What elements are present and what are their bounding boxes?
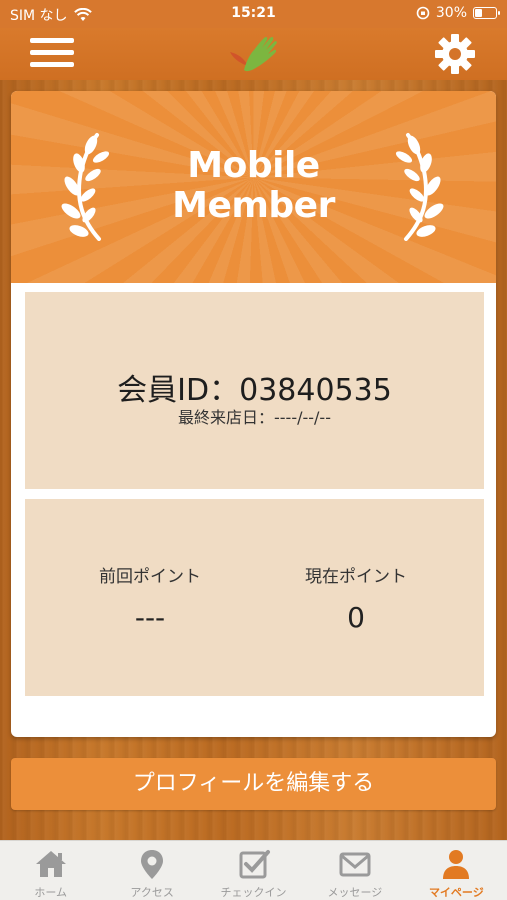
gear-icon[interactable]: [433, 32, 477, 76]
person-icon: [443, 850, 470, 879]
status-bar: SIM なし 15:21 30%: [0, 0, 507, 28]
member-id: 会員ID：03840535: [117, 373, 392, 408]
points-panel: 前回ポイント --- 現在ポイント 0: [25, 499, 484, 696]
last-visit-date: 最終来店日：----/--/--: [178, 408, 331, 427]
previous-points-label: 前回ポイント: [99, 567, 201, 587]
checkbox-icon: [239, 850, 270, 879]
hamburger-bar: [30, 50, 74, 55]
tab-label: アクセス: [130, 886, 174, 899]
member-id-panel: 会員ID：03840535 最終来店日：----/--/--: [25, 292, 484, 489]
map-pin-icon: [141, 850, 164, 879]
battery-icon: [473, 7, 500, 19]
tab-mypage[interactable]: マイページ: [406, 841, 507, 900]
tab-message[interactable]: メッセージ: [304, 841, 405, 900]
current-points-label: 現在ポイント: [305, 567, 407, 587]
tab-bar: ホーム アクセス チェックイン メッセージ マイページ: [0, 840, 507, 900]
tab-label: メッセージ: [327, 886, 383, 899]
current-points-value: 0: [347, 601, 365, 634]
home-icon: [35, 851, 66, 877]
tab-access[interactable]: アクセス: [101, 841, 202, 900]
tab-label: ホーム: [34, 886, 68, 899]
orientation-lock-icon: [416, 6, 430, 20]
edit-profile-button[interactable]: プロフィールを編集する: [11, 758, 496, 810]
previous-points-value: ---: [134, 601, 166, 634]
card-banner: Mobile Member: [11, 91, 496, 283]
status-right: 30%: [416, 5, 500, 21]
laurel-icon: [395, 133, 444, 241]
previous-points: 前回ポイント ---: [50, 562, 250, 634]
current-points: 現在ポイント 0: [256, 562, 456, 634]
tab-label: チェックイン: [220, 886, 287, 899]
mail-icon: [339, 852, 371, 877]
tab-checkin[interactable]: チェックイン: [203, 841, 304, 900]
hamburger-bar: [30, 62, 74, 67]
tab-home[interactable]: ホーム: [0, 841, 101, 900]
hand-leaf-logo-icon: [230, 36, 277, 72]
app-header: [0, 28, 507, 80]
member-card: Mobile Member 会員ID：03840535 最終来店日：----/-…: [11, 91, 496, 737]
menu-button[interactable]: [30, 38, 74, 72]
hamburger-bar: [30, 38, 74, 43]
tab-label: マイページ: [428, 886, 484, 899]
battery-percent: 30%: [435, 5, 467, 21]
